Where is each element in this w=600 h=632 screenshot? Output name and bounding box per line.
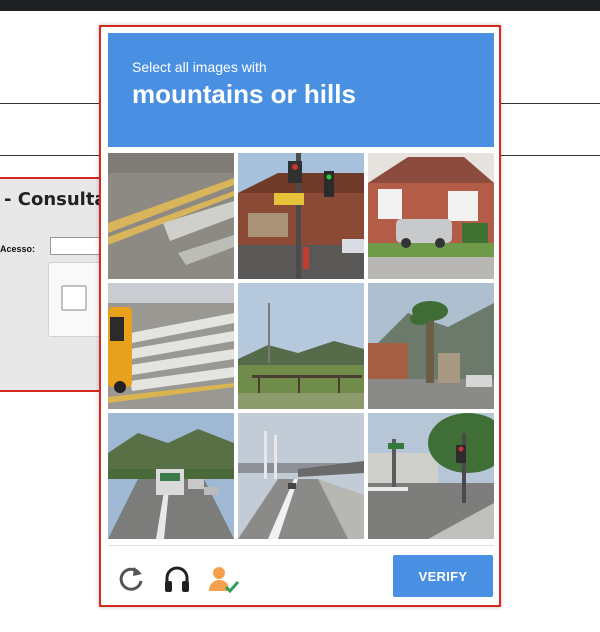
image-tile-2[interactable] bbox=[238, 153, 364, 279]
challenge-header: Select all images with mountains or hill… bbox=[108, 33, 494, 147]
background-page-title: - Consulta bbox=[4, 189, 107, 210]
person-check-icon[interactable] bbox=[207, 563, 240, 595]
footer-divider bbox=[108, 545, 494, 546]
recaptcha-checkbox[interactable] bbox=[61, 285, 87, 311]
image-tile-5[interactable] bbox=[238, 283, 364, 409]
reload-icon[interactable] bbox=[115, 563, 147, 595]
challenge-target: mountains or hills bbox=[132, 79, 356, 109]
verify-button[interactable]: VERIFY bbox=[393, 555, 493, 597]
image-tile-4[interactable] bbox=[108, 283, 234, 409]
image-tile-3[interactable] bbox=[368, 153, 494, 279]
background-field-label: Acesso: bbox=[0, 244, 36, 254]
captcha-challenge-frame: Select all images with mountains or hill… bbox=[99, 25, 501, 607]
challenge-instruction: Select all images with bbox=[132, 59, 267, 75]
image-tile-9[interactable] bbox=[368, 413, 494, 539]
image-tile-8[interactable] bbox=[238, 413, 364, 539]
browser-topbar bbox=[0, 0, 600, 11]
image-tile-7[interactable] bbox=[108, 413, 234, 539]
image-tile-1[interactable] bbox=[108, 153, 234, 279]
headphones-icon[interactable] bbox=[161, 563, 193, 595]
image-grid bbox=[108, 153, 494, 539]
image-tile-6[interactable] bbox=[368, 283, 494, 409]
